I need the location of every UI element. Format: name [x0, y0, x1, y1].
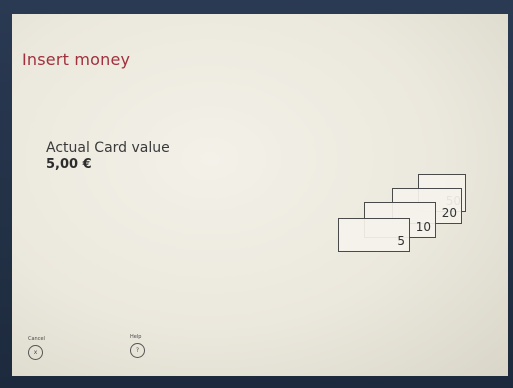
- help-label: Help: [130, 334, 142, 340]
- help-button[interactable]: Help ?: [130, 334, 145, 358]
- banknote-5-label: 5: [397, 234, 405, 248]
- page-title: Insert money: [22, 50, 131, 69]
- cancel-label: Cancel: [28, 336, 45, 342]
- cancel-icon: x: [28, 345, 43, 360]
- banknote-5-icon: 5: [338, 218, 410, 252]
- banknote-20-label: 20: [441, 206, 457, 220]
- cancel-button[interactable]: Cancel x: [28, 336, 45, 360]
- card-value-amount: 5,00 €: [46, 157, 92, 172]
- help-icon: ?: [130, 343, 145, 358]
- banknote-10-label: 10: [415, 220, 431, 234]
- card-value-label: Actual Card value: [46, 140, 170, 156]
- kiosk-screen: Insert money Actual Card value 5,00 € 50…: [12, 14, 508, 376]
